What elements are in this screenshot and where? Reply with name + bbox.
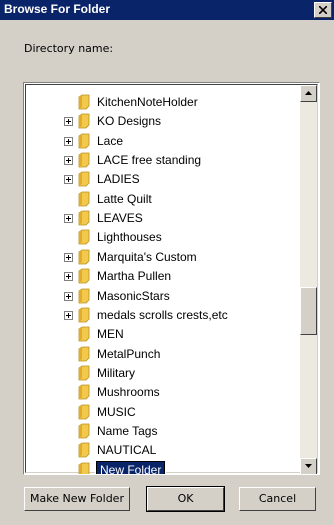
tree-item[interactable]: LACE free standing: [26, 151, 304, 170]
folder-icon: [78, 288, 90, 303]
tree-item-label: Military: [97, 365, 135, 380]
folder-icon: [78, 404, 90, 419]
tree-item-label: medals scrolls crests,etc: [97, 307, 228, 322]
vertical-scrollbar[interactable]: [300, 85, 317, 474]
tree-item-label: KO Designs: [97, 114, 162, 129]
scroll-down-button[interactable]: [300, 458, 317, 474]
folder-icon: [78, 307, 90, 323]
tree-item-label: LADIES: [97, 172, 140, 187]
folder-icon: [78, 210, 90, 226]
tree-item[interactable]: Lighthouses: [26, 228, 304, 247]
tree-item[interactable]: Name Tags: [26, 422, 304, 441]
folder-icon: [78, 113, 90, 129]
folder-icon: [78, 191, 90, 207]
folder-icon: [78, 249, 90, 265]
folder-icon: [78, 365, 90, 381]
folder-icon: [78, 326, 90, 342]
folder-icon: [78, 268, 90, 284]
cancel-button[interactable]: Cancel: [239, 487, 316, 511]
tree-item-label: Latte Quilt: [97, 191, 152, 206]
tree-item-label: Lighthouses: [97, 230, 162, 245]
plus-box-icon[interactable]: [64, 272, 73, 282]
directory-name-label: Directory name:: [24, 42, 114, 55]
tree-item-label: KitchenNoteHolder: [97, 95, 198, 109]
folder-icon: [78, 442, 90, 458]
tree-item-label: MasonicStars: [97, 288, 170, 303]
arrow-up-icon: [305, 91, 312, 95]
folder-icon: [78, 133, 90, 149]
scroll-up-button[interactable]: [300, 85, 317, 102]
folder-icon: [78, 462, 90, 474]
tree-item-label: NAUTICAL: [97, 443, 157, 458]
tree-item[interactable]: Martha Pullen: [26, 267, 304, 286]
folder-icon: [78, 423, 90, 439]
tree-item[interactable]: Lace: [26, 132, 304, 151]
tree-item[interactable]: MetalPunch: [26, 345, 304, 364]
folder-icon: [78, 346, 90, 361]
folder-icon: [78, 152, 90, 168]
tree-item[interactable]: Mushrooms: [26, 383, 304, 402]
tree-item[interactable]: New Folder: [26, 459, 304, 474]
tree-item-label: Marquita's Custom: [97, 249, 197, 264]
plus-box-icon[interactable]: [64, 175, 73, 185]
folder-icon: [78, 94, 90, 110]
window-title: Browse For Folder: [4, 2, 111, 16]
folder-icon: [78, 384, 90, 400]
ok-button[interactable]: OK: [146, 486, 225, 512]
close-icon: [319, 6, 327, 14]
tree-item[interactable]: LEAVES: [26, 209, 304, 228]
plus-box-icon[interactable]: [64, 310, 73, 320]
folder-icon: [78, 171, 90, 187]
plus-box-icon[interactable]: [64, 136, 73, 146]
plus-box-icon[interactable]: [64, 117, 73, 127]
new-folder-name-input[interactable]: New Folder: [94, 459, 167, 474]
tree-item[interactable]: KO Designs: [26, 112, 304, 131]
tree-item[interactable]: medals scrolls crests,etc: [26, 306, 304, 325]
tree-item[interactable]: MasonicStars: [26, 287, 304, 306]
folder-tree-rows: KitchenNoteHolder KO Designs Lace LACE free…: [26, 85, 304, 474]
plus-box-icon[interactable]: [64, 252, 73, 262]
tree-item[interactable]: MUSIC: [26, 403, 304, 422]
plus-box-icon[interactable]: [64, 214, 73, 224]
tree-item[interactable]: LADIES: [26, 170, 304, 189]
folder-tree-inner: KitchenNoteHolder KO Designs Lace LACE free…: [25, 84, 318, 474]
close-button[interactable]: [314, 2, 332, 18]
browse-for-folder-dialog: Browse For Folder Directory name: Kitche…: [0, 0, 334, 525]
tree-item-label: LACE free standing: [97, 153, 202, 168]
tree-item[interactable]: MEN: [26, 325, 304, 344]
tree-item-label: Mushrooms: [97, 385, 160, 400]
folder-icon: [78, 230, 90, 245]
make-new-folder-button[interactable]: Make New Folder: [24, 487, 130, 511]
tree-item-label: LEAVES: [97, 211, 143, 226]
tree-item-label: Name Tags: [97, 423, 158, 438]
tree-item[interactable]: Marquita's Custom: [26, 248, 304, 267]
plus-box-icon[interactable]: [64, 291, 73, 301]
tree-item-label: MUSIC: [97, 404, 136, 419]
tree-item[interactable]: KitchenNoteHolder: [26, 93, 304, 112]
plus-box-icon[interactable]: [64, 156, 73, 166]
title-bar: Browse For Folder: [0, 0, 334, 20]
tree-item-label: Lace: [97, 133, 124, 148]
tree-item[interactable]: NAUTICAL: [26, 441, 304, 460]
scrollbar-thumb[interactable]: [300, 287, 317, 335]
tree-item[interactable]: Latte Quilt: [26, 190, 304, 209]
tree-item-label: MetalPunch: [97, 346, 161, 361]
arrow-down-icon: [305, 464, 312, 468]
tree-item[interactable]: Military: [26, 364, 304, 383]
tree-item-label: Martha Pullen: [97, 269, 172, 284]
folder-tree[interactable]: KitchenNoteHolder KO Designs Lace LACE free…: [23, 82, 320, 475]
tree-item-label: MEN: [97, 327, 124, 342]
